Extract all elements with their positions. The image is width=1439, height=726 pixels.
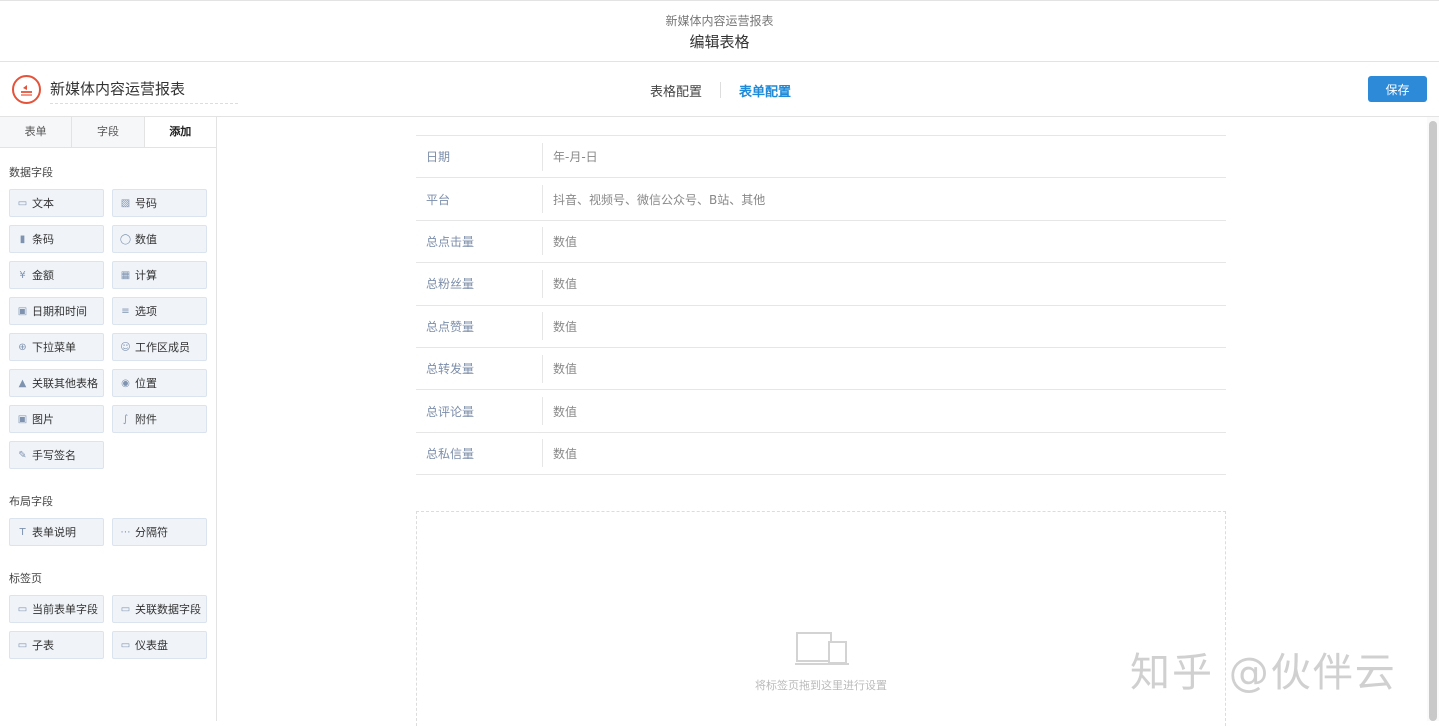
scrollbar-thumb[interactable] [1429,121,1437,721]
devices-icon [795,632,849,665]
field-button-member[interactable]: ☺ 工作区成员 [112,333,207,361]
section-title-layout-fields: 布局字段 [9,495,53,508]
field-button-currency[interactable]: ¥ 金额 [9,261,104,289]
window-subtitle: 新媒体内容运营报表 [665,14,774,28]
row-placeholder: 数值 [553,404,578,419]
relation-icon: ▲ [18,377,27,389]
sidebar-tab-form[interactable]: 表单 [0,117,73,147]
row-label: 总评论量 [426,404,475,419]
field-button-dropdown[interactable]: ⊕ 下拉菜单 [9,333,104,361]
tab-icon: ▭ [17,639,28,651]
vertical-scrollbar[interactable] [1427,117,1439,721]
layout-fields-grid: T 表单说明 ⋯ 分隔符 [9,518,216,546]
field-button-calc[interactable]: ▦ 计算 [112,261,207,289]
tab-divider [720,82,722,98]
form-row[interactable]: 总点赞量 数值 [416,306,1226,348]
ellipsis-icon: ⋯ [120,526,131,538]
numeric-icon: ◯ [119,233,132,245]
member-icon: ☺ [120,341,131,353]
field-button-options[interactable]: ≡ 选项 [112,297,207,325]
row-placeholder: 数值 [553,277,578,292]
row-placeholder: 数值 [553,362,578,377]
row-label: 总私信量 [426,446,475,461]
sidebar-tabs: 表单 字段 添加 [0,117,216,148]
row-placeholder: 年-月-日 [553,150,598,165]
config-tabs: 表格配置 表单配置 [650,79,791,101]
field-button-barcode[interactable]: ▮ 条码 [9,225,104,253]
tab-table-config[interactable]: 表格配置 [650,81,702,100]
image-icon: ▣ [17,413,28,425]
field-button-current-form[interactable]: ▭ 当前表单字段 [9,595,104,623]
tab-fields-grid: ▭ 当前表单字段 ▭ 关联数据字段 ▭ 子表 ▭ 仪表盘 [9,595,216,659]
calendar-icon: ▣ [17,305,28,317]
field-button-number[interactable]: ▧ 号码 [112,189,207,217]
field-button-location[interactable]: ◉ 位置 [112,369,207,397]
calculator-icon: ▦ [120,269,131,281]
field-button-subtable[interactable]: ▭ 子表 [9,631,104,659]
dropzone-hint: 将标签页拖到这里进行设置 [755,679,887,692]
field-button-numeric[interactable]: ◯ 数值 [112,225,207,253]
pen-icon: ✎ [18,449,27,461]
form-row[interactable]: 总评论量 数值 [416,390,1226,433]
window-title: 编辑表格 [689,33,750,51]
row-label: 平台 [426,192,451,207]
number-icon: ▧ [120,197,131,209]
save-button[interactable]: 保存 [1368,76,1427,102]
tab-icon: ▭ [120,639,131,651]
field-button-related-data[interactable]: ▭ 关联数据字段 [112,595,207,623]
field-button-divider[interactable]: ⋯ 分隔符 [112,518,207,546]
row-label: 日期 [426,150,451,165]
paperclip-icon: ∫ [122,413,129,425]
row-placeholder: 数值 [553,446,578,461]
text-t-icon: T [19,526,26,538]
field-button-description[interactable]: T 表单说明 [9,518,104,546]
row-label: 总粉丝量 [426,277,475,292]
tab-form-config[interactable]: 表单配置 [739,81,791,100]
form-canvas: 日期 年-月-日 平台 抖音、视频号、微信公众号、B站、其他 总点击量 数值 总粉丝量… [217,117,1427,726]
tab-dropzone[interactable]: 将标签页拖到这里进行设置 [416,511,1226,726]
row-label: 总点击量 [426,234,475,249]
row-label: 总点赞量 [426,319,475,334]
field-button-text[interactable]: ▭ 文本 [9,189,104,217]
form-row[interactable]: 总私信量 数值 [416,433,1226,476]
form-row[interactable]: 日期 年-月-日 [416,136,1226,179]
field-sidebar: 表单 字段 添加 数据字段 ▭ 文本 ▧ 号码 ▮ 条码 ◯ 数值 ¥ 金额 ▦ 计算 ▣ 日… [0,117,217,721]
form-row[interactable]: 总粉丝量 数值 [416,263,1226,306]
tab-icon: ▭ [120,603,131,615]
section-title-tabs: 标签页 [9,572,42,585]
data-fields-grid: ▭ 文本 ▧ 号码 ▮ 条码 ◯ 数值 ¥ 金额 ▦ 计算 ▣ 日期和时间 ≡ 选项 ⊕ 下拉菜单… [9,189,216,469]
editor-header: 新媒体内容运营报表 表格配置 表单配置 保存 [0,62,1439,117]
field-button-signature[interactable]: ✎ 手写签名 [9,441,104,469]
dropdown-icon: ⊕ [18,341,27,353]
list-icon: ≡ [121,305,130,317]
field-button-dashboard[interactable]: ▭ 仪表盘 [112,631,207,659]
text-icon: ▭ [17,197,28,209]
row-placeholder: 数值 [553,234,578,249]
currency-icon: ¥ [19,269,26,281]
app-logo-icon [12,75,41,104]
field-button-relation[interactable]: ▲ 关联其他表格 [9,369,104,397]
form-row[interactable]: 总点击量 数值 [416,221,1226,264]
sidebar-tab-add[interactable]: 添加 [144,117,216,147]
tab-icon: ▭ [17,603,28,615]
sidebar-tab-fields[interactable]: 字段 [72,117,145,147]
field-button-image[interactable]: ▣ 图片 [9,405,104,433]
field-button-datetime[interactable]: ▣ 日期和时间 [9,297,104,325]
form-row[interactable]: 总转发量 数值 [416,348,1226,391]
window-titlebar: 新媒体内容运营报表 编辑表格 [0,0,1439,62]
field-button-attachment[interactable]: ∫ 附件 [112,405,207,433]
watermark-text: 知乎 @伙伴云 [1130,650,1397,696]
location-icon: ◉ [121,377,130,389]
section-title-data-fields: 数据字段 [9,166,53,179]
form-title-input[interactable]: 新媒体内容运营报表 [50,76,238,104]
barcode-icon: ▮ [19,233,26,245]
form-row[interactable]: 平台 抖音、视频号、微信公众号、B站、其他 [416,178,1226,221]
form-rows: 日期 年-月-日 平台 抖音、视频号、微信公众号、B站、其他 总点击量 数值 总粉丝量… [416,135,1226,476]
row-placeholder: 抖音、视频号、微信公众号、B站、其他 [553,192,766,207]
row-placeholder: 数值 [553,319,578,334]
row-label: 总转发量 [426,362,475,377]
